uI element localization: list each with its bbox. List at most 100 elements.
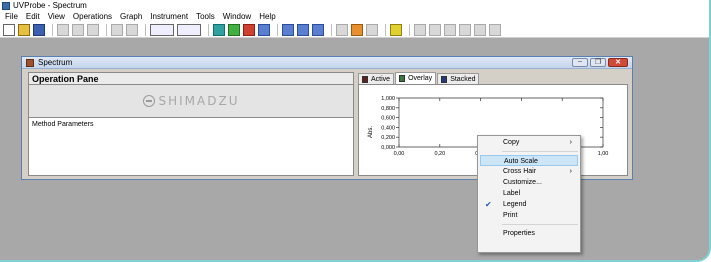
context-menu-legend[interactable]: ✔ Legend <box>478 199 580 210</box>
font-icon[interactable] <box>474 23 486 36</box>
new-file-icon[interactable] <box>3 23 15 36</box>
instrument-icon[interactable] <box>213 23 225 36</box>
zoom-out-icon[interactable] <box>297 23 309 36</box>
menubar: File Edit View Operations Graph Instrume… <box>0 11 709 22</box>
context-menu-auto-scale[interactable]: Auto Scale <box>480 155 578 166</box>
menu-graph[interactable]: Graph <box>116 12 146 21</box>
menu-window[interactable]: Window <box>219 12 255 21</box>
context-menu-label: Cross Hair <box>503 168 537 175</box>
context-menu-label: Label <box>503 190 521 197</box>
undo-icon[interactable] <box>150 23 174 36</box>
peak-pick-icon[interactable] <box>336 23 348 36</box>
graph-tabs: Active Overlay Stacked <box>358 72 628 84</box>
save-icon[interactable] <box>33 23 45 36</box>
x-tick-label: 1,00 <box>598 151 609 157</box>
toolbar-separator <box>277 23 278 36</box>
copy-icon[interactable] <box>72 23 84 36</box>
tab-stacked[interactable]: Stacked <box>437 73 480 84</box>
tab-active[interactable]: Active <box>358 73 395 84</box>
print-preview-icon[interactable] <box>126 23 138 36</box>
context-menu-label: Properties <box>503 230 535 237</box>
tab-label: Active <box>371 75 391 83</box>
context-menu-copy[interactable]: Copy › <box>478 137 580 148</box>
cell-icon[interactable] <box>459 23 471 36</box>
shimadzu-logo-icon <box>142 95 155 107</box>
x-tick-label: 0,00 <box>394 151 405 157</box>
tab-label: Overlay <box>408 75 433 82</box>
properties-icon[interactable] <box>366 23 378 36</box>
zoom-fit-icon[interactable] <box>312 23 324 36</box>
redo-icon[interactable] <box>177 23 201 36</box>
context-menu-label-item[interactable]: Label <box>478 188 580 199</box>
toolbar <box>0 22 709 38</box>
spectrum-window-titlebar[interactable]: Spectrum – ❐ ✕ <box>22 57 632 69</box>
menu-tools[interactable]: Tools <box>192 12 219 21</box>
context-menu-label: Print <box>503 212 518 219</box>
autozero-icon[interactable] <box>429 23 441 36</box>
menu-instrument[interactable]: Instrument <box>146 12 192 21</box>
app-titlebar: UVProbe - Spectrum <box>0 0 709 11</box>
context-menu-separator <box>502 224 578 225</box>
open-folder-icon[interactable] <box>18 23 30 36</box>
overlay-tab-icon <box>399 75 406 82</box>
baseline-icon[interactable] <box>414 23 426 36</box>
menu-view[interactable]: View <box>44 12 69 21</box>
submenu-arrow-icon: › <box>569 139 572 146</box>
context-menu-label: Auto Scale <box>504 158 538 165</box>
context-menu: Copy › Auto Scale Cross Hair › Customize… <box>477 135 581 253</box>
maximize-button[interactable]: ❐ <box>590 58 606 67</box>
minimize-button[interactable]: – <box>572 58 588 67</box>
y-tick-label: 0,400 <box>381 125 395 131</box>
method-parameters-label: Method Parameters <box>32 121 94 128</box>
toolbar-separator <box>52 23 53 36</box>
smile-icon[interactable] <box>390 23 402 36</box>
connect-icon[interactable] <box>228 23 240 36</box>
minimize-icon: – <box>578 58 582 65</box>
y-axis-label: Abs. <box>368 126 374 138</box>
measure-icon[interactable] <box>444 23 456 36</box>
disconnect-icon[interactable] <box>243 23 255 36</box>
context-menu-label: Copy <box>503 139 520 146</box>
checkmark-icon: ✔ <box>485 200 492 209</box>
toolbar-separator <box>331 23 332 36</box>
menu-edit[interactable]: Edit <box>22 12 44 21</box>
print-icon[interactable] <box>111 23 123 36</box>
tools-icon[interactable] <box>351 23 363 36</box>
y-tick-label: 0,200 <box>381 135 395 141</box>
menu-operations[interactable]: Operations <box>69 12 116 21</box>
spectrum-icon[interactable] <box>258 23 270 36</box>
context-menu-separator <box>502 151 578 152</box>
context-menu-customize[interactable]: Customize... <box>478 177 580 188</box>
paste-icon[interactable] <box>87 23 99 36</box>
context-menu-cross-hair[interactable]: Cross Hair › <box>478 166 580 177</box>
shimadzu-logo-text: SHIMADZU <box>158 94 240 108</box>
x-tick-label: 0,20 <box>434 151 445 157</box>
context-menu-label: Legend <box>503 201 527 208</box>
close-icon: ✕ <box>615 59 621 66</box>
menu-help[interactable]: Help <box>255 12 279 21</box>
zoom-in-icon[interactable] <box>282 23 294 36</box>
toolbar-separator <box>208 23 209 36</box>
submenu-arrow-icon: › <box>569 168 572 175</box>
context-menu-print[interactable]: Print <box>478 210 580 221</box>
stop-icon[interactable] <box>489 23 501 36</box>
y-tick-label: 1,000 <box>381 96 395 102</box>
restore-icon: ❐ <box>594 59 602 66</box>
tab-label: Stacked <box>450 75 476 83</box>
active-tab-icon <box>362 75 368 83</box>
cut-icon[interactable] <box>57 23 69 36</box>
spectrum-window-icon <box>26 58 34 67</box>
toolbar-separator <box>385 23 386 36</box>
menu-file[interactable]: File <box>1 12 22 21</box>
operation-pane-header: Operation Pane <box>29 73 353 85</box>
y-tick-label: 0,600 <box>381 116 395 122</box>
logo-area: SHIMADZU <box>29 85 353 118</box>
tab-overlay[interactable]: Overlay <box>395 72 437 84</box>
stacked-tab-icon <box>441 75 448 83</box>
operation-pane: Operation Pane SHIMADZU Method Parameter… <box>28 72 354 176</box>
context-menu-label: Customize... <box>503 179 542 186</box>
y-tick-label: 0,800 <box>381 106 395 112</box>
close-button[interactable]: ✕ <box>608 58 628 67</box>
app-title: UVProbe - Spectrum <box>13 1 87 10</box>
context-menu-properties[interactable]: Properties <box>478 228 580 239</box>
